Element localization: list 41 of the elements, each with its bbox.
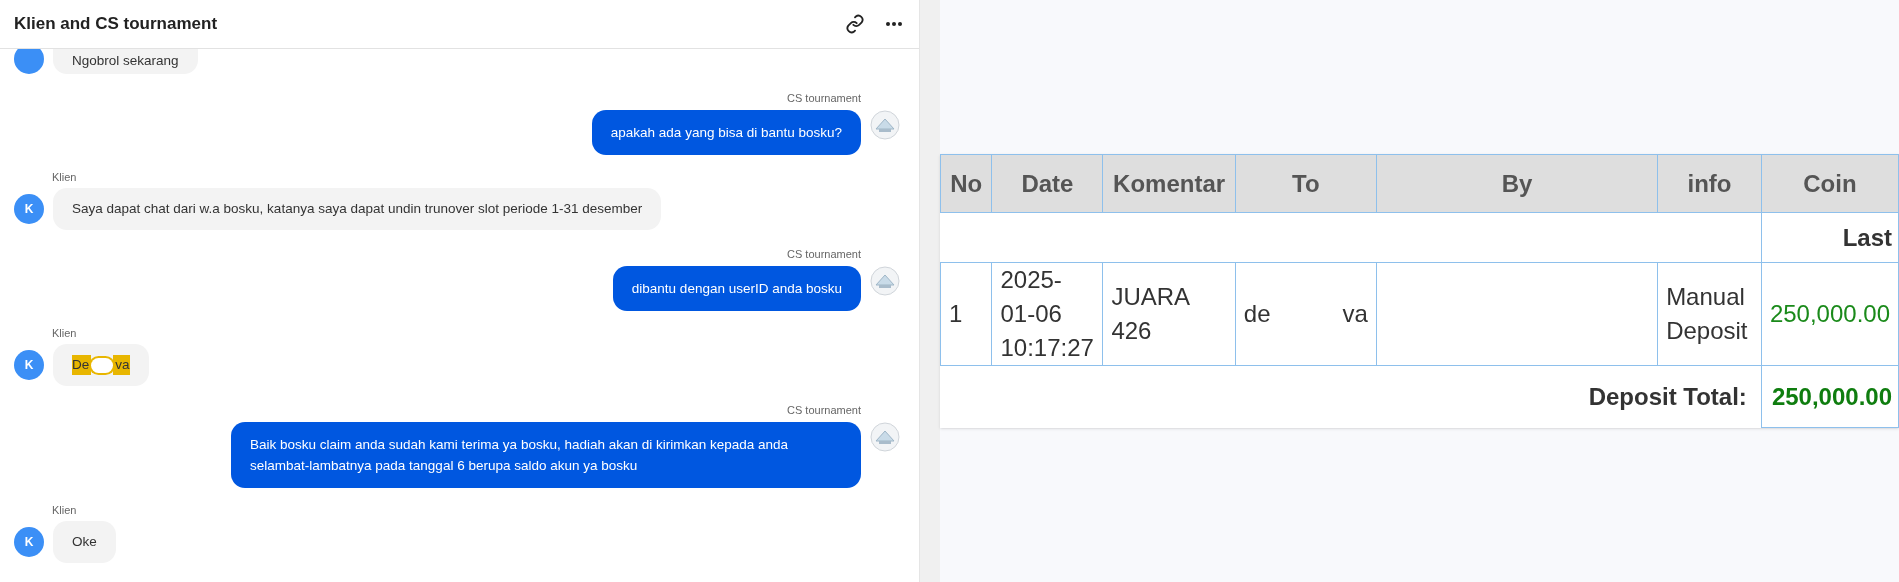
message-bubble: Oke — [53, 521, 116, 563]
table-cell: JUARA 426 — [1102, 262, 1236, 366]
column-header: Date — [991, 154, 1103, 213]
message-bubble: Ngobrol sekarang — [53, 49, 198, 74]
column-header: Coin — [1761, 154, 1899, 213]
highlighted-text: De — [72, 354, 92, 376]
avatar — [870, 109, 900, 140]
avatar: K — [14, 527, 44, 557]
highlighted-text: va — [113, 354, 130, 376]
column-header: To — [1235, 154, 1377, 213]
avatar — [14, 49, 44, 74]
table-cell: de va — [1235, 262, 1377, 366]
sender-name: CS tournament — [787, 403, 861, 418]
redaction-mark — [91, 357, 114, 373]
sender-name: Klien — [52, 502, 78, 518]
avatar — [870, 265, 900, 296]
group-label: Last — [1761, 212, 1899, 263]
more-icon[interactable] — [885, 21, 903, 27]
avatar: K — [14, 350, 44, 380]
table-cell: 250,000.00 — [1761, 262, 1899, 366]
avatar — [870, 421, 900, 452]
table-cell: 2025-01-06 10:17:27 — [991, 262, 1103, 366]
sender-name: CS tournament — [787, 247, 861, 262]
column-header: By — [1376, 154, 1658, 213]
table-cell: Manual Deposit — [1657, 262, 1762, 366]
chat-title: Klien and CS tournament — [14, 13, 218, 36]
total-label: Deposit Total: — [1588, 382, 1747, 410]
sender-name: Klien — [52, 169, 78, 185]
table-cell: 1 — [940, 262, 992, 366]
sender-name: Klien — [52, 325, 78, 341]
column-header: info — [1657, 154, 1762, 213]
total-value: 250,000.00 — [1761, 365, 1899, 428]
avatar: K — [14, 194, 44, 224]
message-bubble: apakah ada yang bisa di bantu bosku? — [591, 109, 861, 155]
sender-name: CS tournament — [787, 91, 861, 106]
column-header: No — [940, 154, 992, 213]
link-icon[interactable] — [845, 14, 865, 34]
message-bubble: Saya dapat chat dari w.a bosku, katanya saya dapat undin trunover slot periode 1-31 desember — [53, 188, 662, 230]
message-bubble: dibantu dengan userID anda bosku — [612, 265, 861, 311]
message-bubble: Baik bosku claim anda sudah kami terima ya bosku, hadiah akan di kirimkan kepada anda selambat-lambatnya pada tanggal 6 berupa saldo akun ya bosku — [231, 421, 861, 488]
column-header: Komentar — [1102, 154, 1236, 213]
